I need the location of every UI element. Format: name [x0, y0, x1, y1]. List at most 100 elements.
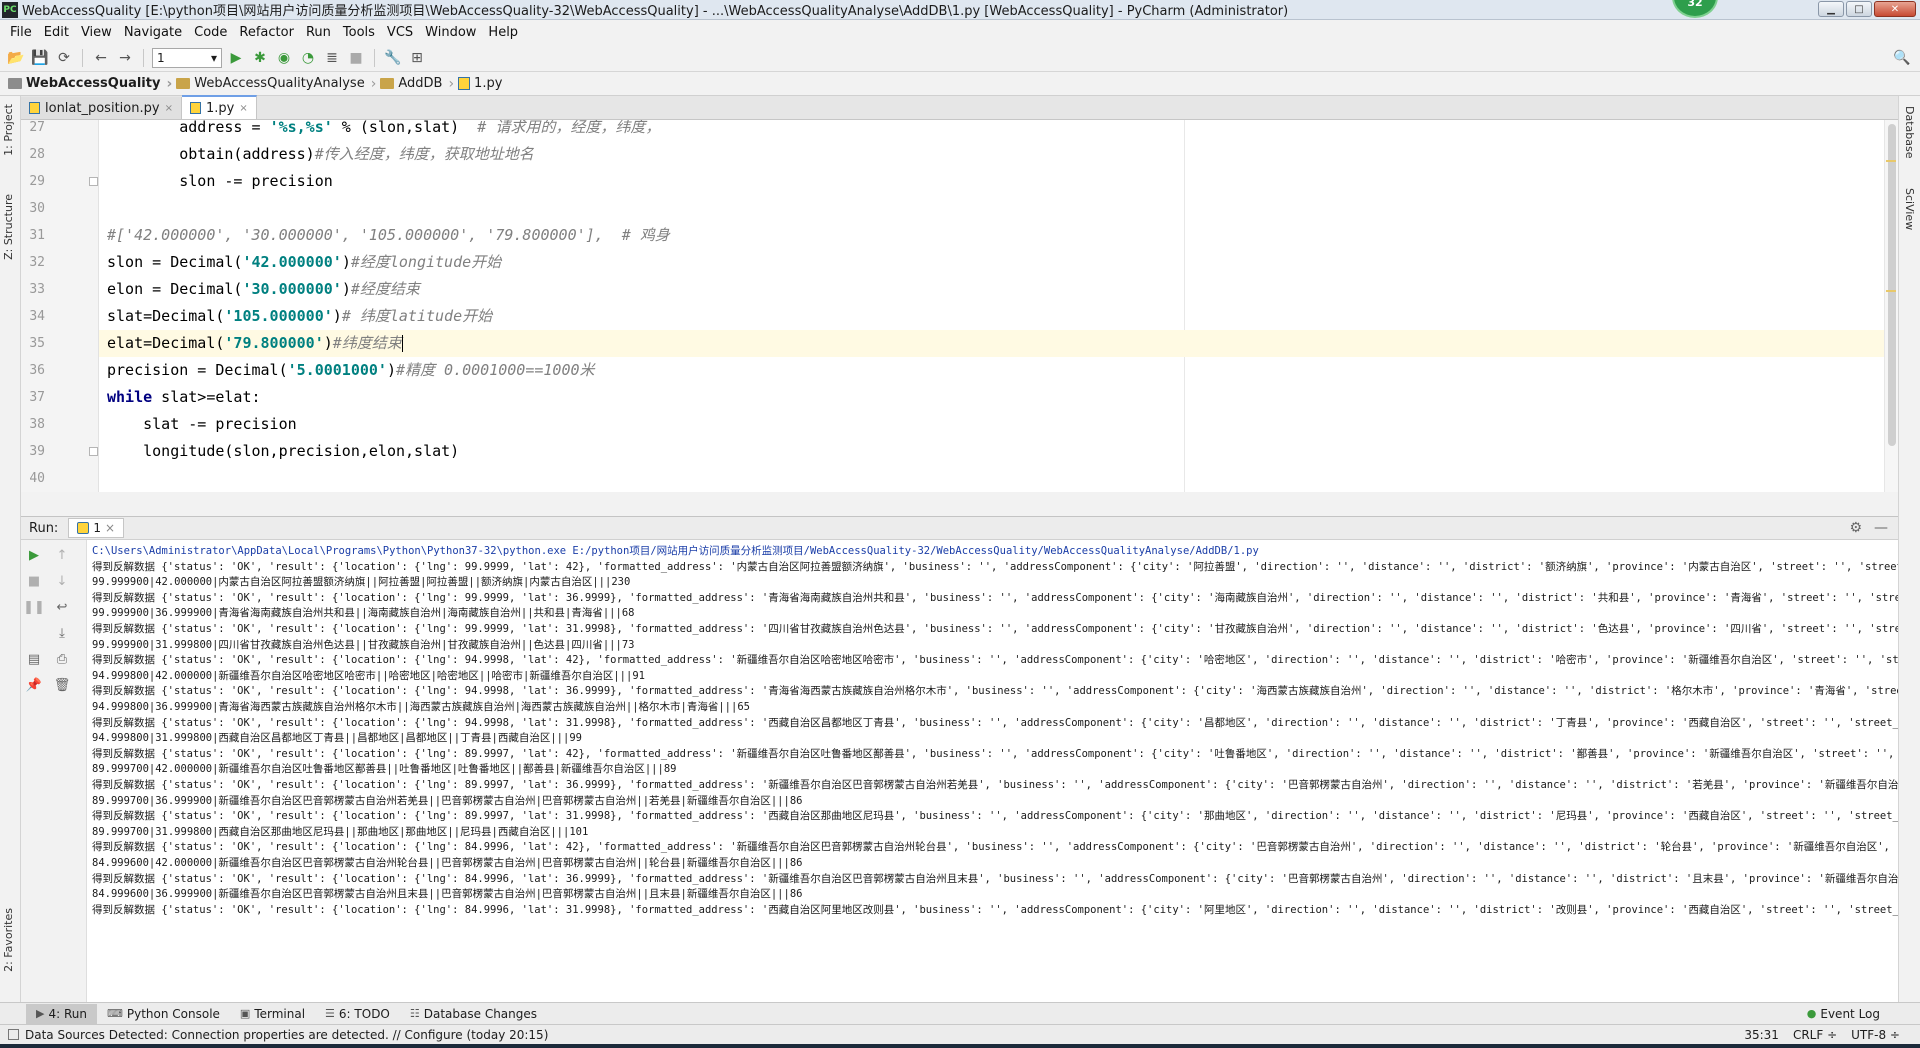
- run-tools-column: ▶ ↑ ■ ↓ ❚❚ ↩ ⤓ ▤ ⎙ 📌 🗑: [21, 540, 87, 1002]
- trash-icon[interactable]: 🗑: [53, 676, 71, 694]
- caret-position[interactable]: 35:31: [1744, 1028, 1779, 1042]
- maximize-button[interactable]: □: [1846, 1, 1872, 17]
- run-configuration-select[interactable]: 1 ▾: [152, 47, 222, 68]
- save-icon[interactable]: 💾: [30, 48, 50, 68]
- close-tab-icon[interactable]: ×: [105, 521, 115, 535]
- run-icon[interactable]: ▶: [226, 48, 246, 68]
- right-margin-guide: [1184, 120, 1185, 492]
- tab-sciview[interactable]: SciView: [1903, 188, 1916, 230]
- scroll-up-icon[interactable]: ↑: [53, 546, 71, 564]
- notification-badge[interactable]: 32: [1672, 0, 1718, 18]
- print-icon[interactable]: ⎙: [53, 650, 71, 668]
- tab-lonlat-position[interactable]: lonlat_position.py ×: [21, 97, 182, 119]
- hide-icon[interactable]: —: [1874, 520, 1888, 536]
- fold-marker-icon[interactable]: [89, 447, 98, 456]
- profile-icon[interactable]: ◔: [298, 48, 318, 68]
- code-line[interactable]: elat=Decimal('79.800000')#纬度结束: [99, 330, 1898, 357]
- code-line[interactable]: obtain(address)#传入经度，纬度，获取地址地名: [107, 141, 534, 168]
- menu-edit[interactable]: Edit: [38, 25, 75, 40]
- tab-structure[interactable]: Z: Structure: [2, 194, 15, 260]
- code-line[interactable]: address = '%s,%s' % (slon,slat) # 请求用的，经…: [107, 120, 660, 141]
- close-window-button[interactable]: ✕: [1874, 1, 1916, 17]
- code-line[interactable]: elon = Decimal('30.000000')#经度结束: [107, 276, 420, 303]
- layout-icon[interactable]: ▤: [25, 650, 43, 668]
- line-separator[interactable]: CRLF ÷: [1793, 1028, 1837, 1042]
- code-line[interactable]: #['42.000000', '30.000000', '105.000000'…: [107, 222, 670, 249]
- menu-navigate[interactable]: Navigate: [118, 25, 188, 40]
- code-line[interactable]: slat=Decimal('105.000000')# 纬度latitude开始: [107, 303, 492, 330]
- status-message[interactable]: Data Sources Detected: Connection proper…: [25, 1028, 548, 1042]
- tab-project[interactable]: 1: Project: [2, 104, 15, 156]
- code-editor[interactable]: 27 28 29 30 31 32 33 34 35 36 37 38 39 40 address = '…: [21, 120, 1898, 492]
- rerun-icon[interactable]: ▶: [25, 546, 43, 564]
- tab-event-log[interactable]: ● Event Log: [1797, 1004, 1890, 1024]
- scroll-to-end-icon[interactable]: ⤓: [53, 624, 71, 642]
- tab-database[interactable]: Database: [1903, 106, 1916, 159]
- breadcrumb-label: WebAccessQuality: [26, 76, 161, 91]
- code-line[interactable]: slon -= precision: [107, 168, 333, 195]
- pin-icon[interactable]: 📌: [25, 676, 43, 694]
- code-line[interactable]: while slat>=elat:: [107, 384, 261, 411]
- tab-terminal[interactable]: ▣ Terminal: [230, 1004, 315, 1024]
- close-tab-icon[interactable]: ×: [165, 103, 173, 114]
- chevron-down-icon: ▾: [210, 50, 217, 65]
- search-icon[interactable]: 🔍: [1892, 48, 1912, 68]
- back-icon[interactable]: ←: [91, 48, 111, 68]
- menu-tools[interactable]: Tools: [337, 25, 381, 40]
- status-panel-icon[interactable]: [8, 1029, 19, 1040]
- sync-icon[interactable]: ⟳: [54, 48, 74, 68]
- code-token: % (slon,slat): [332, 120, 478, 136]
- breadcrumb-project[interactable]: WebAccessQuality ›: [8, 76, 176, 92]
- debug-icon[interactable]: ✱: [250, 48, 270, 68]
- menu-run[interactable]: Run: [300, 25, 337, 40]
- stop-icon[interactable]: ■: [346, 48, 366, 68]
- run-tab-1[interactable]: 1 ×: [68, 518, 125, 538]
- editor-scrollbar[interactable]: [1884, 120, 1898, 492]
- tab-label: 1.py: [205, 100, 235, 116]
- structure-icon[interactable]: ⊞: [407, 48, 427, 68]
- open-icon[interactable]: 📂: [6, 48, 26, 68]
- tab-python-console[interactable]: ⌨ Python Console: [97, 1004, 230, 1024]
- code-line[interactable]: precision = Decimal('5.0001000')#精度 0.00…: [107, 357, 595, 384]
- code-line[interactable]: slon = Decimal('42.000000')#经度longitude开…: [107, 249, 501, 276]
- forward-icon[interactable]: →: [115, 48, 135, 68]
- menu-help[interactable]: Help: [482, 25, 524, 40]
- breadcrumb-folder[interactable]: WebAccessQualityAnalyse ›: [176, 76, 380, 92]
- tab-favorites[interactable]: 2: Favorites: [2, 908, 15, 972]
- settings-icon[interactable]: 🔧: [383, 48, 403, 68]
- line-number-gutter: 27 28 29 30 31 32 33 34 35 36 37 38 39 40: [21, 120, 99, 492]
- menu-file[interactable]: File: [4, 25, 38, 40]
- minimize-button[interactable]: ▁: [1818, 1, 1844, 17]
- tab-run[interactable]: ▶ 4: Run: [26, 1003, 97, 1024]
- code-token: slon = Decimal(: [107, 253, 243, 271]
- warning-marker[interactable]: [1886, 160, 1896, 162]
- coverage-icon[interactable]: ◉: [274, 48, 294, 68]
- menu-refactor[interactable]: Refactor: [233, 25, 300, 40]
- fold-marker-icon[interactable]: [89, 177, 98, 186]
- breadcrumb-file[interactable]: 1.py: [458, 76, 506, 91]
- menu-code[interactable]: Code: [188, 25, 233, 40]
- tab-database-changes[interactable]: ☷ Database Changes: [400, 1004, 547, 1024]
- breadcrumb-folder[interactable]: AddDB ›: [380, 76, 458, 92]
- code-token: slon -= precision: [107, 172, 333, 190]
- text-caret: [401, 335, 403, 352]
- line-number: 29: [29, 174, 45, 189]
- concurrency-icon[interactable]: ≣: [322, 48, 342, 68]
- code-line[interactable]: slat -= precision: [107, 411, 297, 438]
- soft-wrap-icon[interactable]: ↩: [53, 598, 71, 616]
- tab-todo[interactable]: ☰ 6: TODO: [315, 1004, 400, 1024]
- pause-icon[interactable]: ❚❚: [23, 598, 45, 616]
- code-line[interactable]: longitude(slon,precision,elon,slat): [107, 438, 459, 465]
- scrollbar-thumb[interactable]: [1888, 124, 1896, 446]
- file-encoding[interactable]: UTF-8 ÷: [1851, 1028, 1900, 1042]
- tab-1-py[interactable]: 1.py ×: [181, 95, 257, 119]
- menu-window[interactable]: Window: [419, 25, 482, 40]
- stop-icon[interactable]: ■: [25, 572, 43, 590]
- run-console[interactable]: C:\Users\Administrator\AppData\Local\Pro…: [87, 540, 1898, 1002]
- warning-marker[interactable]: [1886, 290, 1896, 292]
- menu-view[interactable]: View: [75, 25, 118, 40]
- scroll-down-icon[interactable]: ↓: [53, 572, 71, 590]
- close-tab-icon[interactable]: ×: [239, 103, 247, 114]
- menu-vcs[interactable]: VCS: [381, 25, 419, 40]
- gear-icon[interactable]: ⚙: [1849, 520, 1862, 536]
